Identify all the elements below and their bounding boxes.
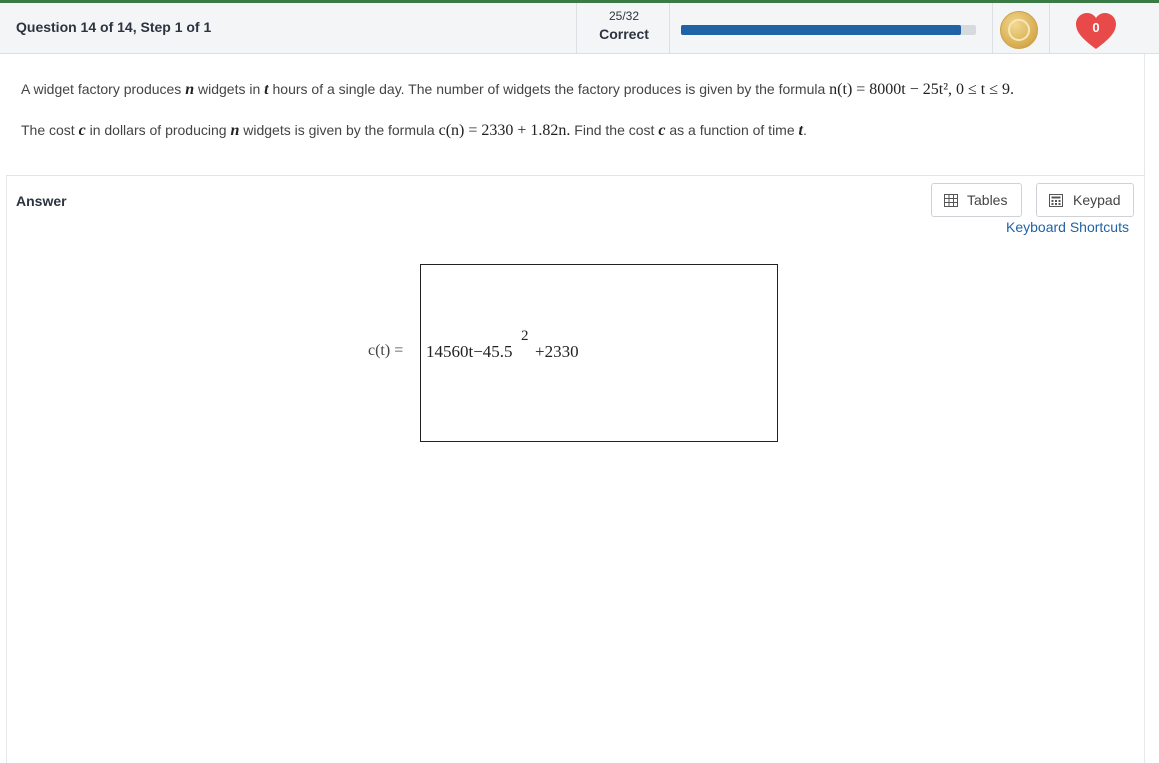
left-border (6, 176, 7, 763)
answer-lhs: c(t) = (368, 342, 404, 359)
question-panel: A widget factory produces n widgets in t… (6, 54, 1145, 176)
question-text: A widget factory produces (21, 81, 186, 97)
question-text: . (802, 122, 807, 138)
score-status: Correct (599, 26, 649, 42)
score-fraction: 25/32 (608, 9, 640, 23)
answer-exponent: 2 (521, 328, 529, 344)
keyboard-shortcuts-link[interactable]: Keyboard Shortcuts (1006, 219, 1129, 235)
question-text: The cost (21, 122, 79, 138)
answer-label: Answer (16, 193, 67, 209)
coin-box (992, 3, 1050, 54)
question-text: widgets is given by the formula (239, 122, 439, 138)
keypad-button-label: Keypad (1073, 192, 1121, 208)
answer-expression-tail: +2330 (535, 342, 579, 361)
formula-c-of-n: c(n) = 2330 + 1.82n. (438, 122, 571, 139)
question-line-1: A widget factory produces n widgets in t… (21, 81, 1014, 99)
question-header: Question 14 of 14, Step 1 of 1 25/32 Cor… (0, 3, 1159, 54)
hearts-count: 0 (1092, 20, 1100, 35)
answer-expression: 14560t−45.5 (426, 342, 513, 361)
tables-button[interactable]: Tables (931, 183, 1022, 217)
progress-bar (681, 25, 976, 35)
progress-bar-fill (681, 25, 962, 35)
keypad-button[interactable]: Keypad (1036, 183, 1134, 217)
formula-n-of-t: n(t) = 8000t − 25t², 0 ≤ t ≤ 9. (829, 81, 1015, 98)
question-progress-label: Question 14 of 14, Step 1 of 1 (16, 19, 212, 35)
calculator-icon (1049, 194, 1063, 207)
coin-icon (1000, 11, 1038, 49)
question-text: widgets in (194, 81, 265, 97)
score-box: 25/32 Correct (576, 3, 670, 54)
tables-button-label: Tables (967, 192, 1008, 208)
question-text: as a function of time (665, 122, 799, 138)
question-text: Find the cost (570, 122, 659, 138)
table-icon (944, 194, 958, 207)
heart-icon: 0 (1074, 11, 1118, 51)
variable-c: c (78, 122, 86, 139)
question-text: in dollars of producing (85, 122, 231, 138)
question-text: hours of a single day. The number of wid… (268, 81, 830, 97)
answer-input[interactable]: 14560t−45.5 2 +2330 (420, 264, 778, 442)
question-line-2: The cost c in dollars of producing n wid… (21, 122, 807, 140)
variable-n: n (185, 81, 195, 98)
